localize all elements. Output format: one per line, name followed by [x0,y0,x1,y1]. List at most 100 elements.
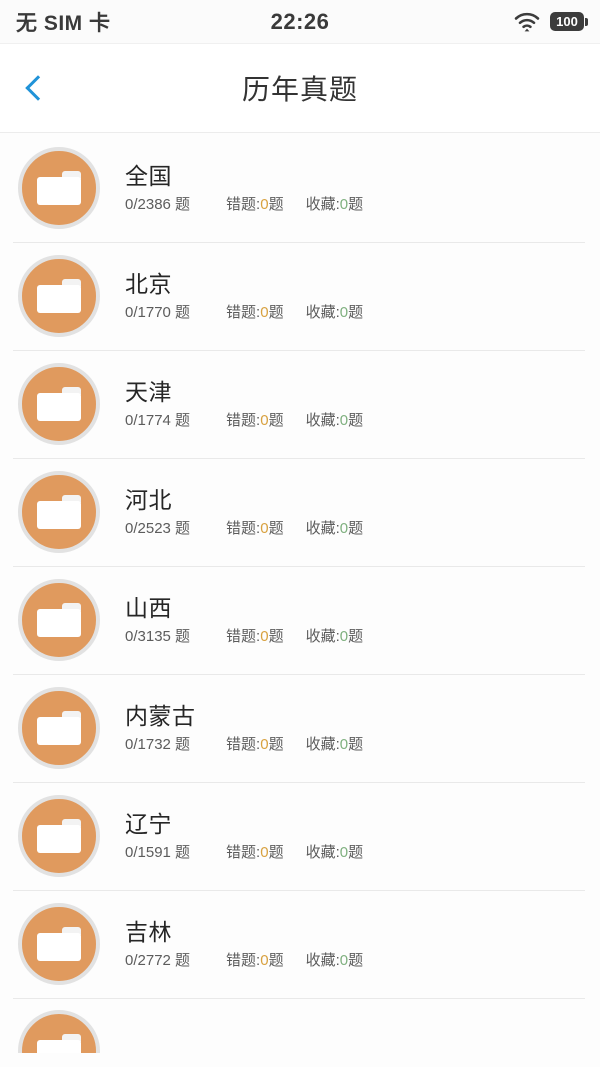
favorite-count-stat: 收藏:0题 [306,521,364,536]
carrier-label: 无 SIM 卡 [16,11,111,35]
favorite-unit: 题 [348,735,364,753]
list-item[interactable]: 内蒙古 0/1732 题 错题:0题 收藏:0题 [0,674,600,782]
folder-icon [18,903,100,985]
favorite-count-stat: 收藏:0题 [306,197,364,212]
app-root: 无 SIM 卡 22:26 100 历年真题 全国 0/2386 题 错题:0题… [0,0,600,1067]
region-name: 吉林 [125,918,172,945]
favorite-count-value: 0 [339,303,349,321]
folder-icon [18,255,100,337]
folder-icon [18,1010,100,1053]
progress-count: 0/2386 题 [125,195,191,213]
wrong-label: 错题: [226,303,261,321]
region-name: 河北 [125,486,172,513]
region-stats: 0/2772 题 错题:0题 收藏:0题 [125,953,363,968]
folder-icon [18,471,100,553]
region-stats: 0/3135 题 错题:0题 收藏:0题 [125,629,363,644]
region-stats: 0/2386 题 错题:0题 收藏:0题 [125,197,363,212]
wrong-count-value: 0 [260,951,269,969]
region-name: 山西 [125,594,172,621]
favorite-label: 收藏: [305,519,340,537]
list-item[interactable]: 北京 0/1770 题 错题:0题 收藏:0题 [0,242,600,350]
region-name: 北京 [125,270,172,297]
region-name: 全国 [125,162,172,189]
favorite-unit: 题 [348,843,364,861]
region-name: 内蒙古 [125,702,196,729]
list-item-text: 山西 0/3135 题 错题:0题 收藏:0题 [125,594,363,644]
list-item[interactable]: 全国 0/2386 题 错题:0题 收藏:0题 [0,134,600,242]
favorite-unit: 题 [348,951,364,969]
list-item[interactable]: 河北 0/2523 题 错题:0题 收藏:0题 [0,458,600,566]
wrong-label: 错题: [226,951,261,969]
wrong-label: 错题: [226,195,261,213]
status-indicators: 100 [514,12,584,32]
folder-icon [18,795,100,877]
favorite-label: 收藏: [305,303,340,321]
favorite-count-value: 0 [339,627,349,645]
wrong-unit: 题 [268,735,284,753]
list-item-text: 辽宁 0/1591 题 错题:0题 收藏:0题 [125,812,363,860]
region-stats: 0/1732 题 错题:0题 收藏:0题 [125,737,363,752]
list-item[interactable]: 辽宁 0/1591 题 错题:0题 收藏:0题 [0,782,600,890]
list-item-text: 吉林 0/2772 题 错题:0题 收藏:0题 [125,918,363,968]
folder-icon [18,363,100,445]
favorite-label: 收藏: [305,951,340,969]
favorite-label: 收藏: [305,735,340,753]
progress-count: 0/1774 题 [125,411,191,429]
folder-icon [18,147,100,229]
favorite-count-value: 0 [339,411,349,429]
region-stats: 0/1770 题 错题:0题 收藏:0题 [125,305,363,320]
wrong-count-value: 0 [260,843,269,861]
list-item[interactable]: 天津 0/1774 题 错题:0题 收藏:0题 [0,350,600,458]
progress-count: 0/1732 题 [125,735,191,753]
favorite-unit: 题 [348,627,364,645]
wrong-count-stat: 错题:0题 [226,521,284,536]
favorite-unit: 题 [348,303,364,321]
wrong-count-stat: 错题:0题 [226,953,284,968]
favorite-unit: 题 [348,411,364,429]
wrong-count-stat: 错题:0题 [226,305,284,320]
favorite-count-stat: 收藏:0题 [306,413,364,428]
progress-count: 0/3135 题 [125,627,191,645]
page-title: 历年真题 [241,74,358,105]
wrong-unit: 题 [268,951,284,969]
list-item[interactable]: 吉林 0/2772 题 错题:0题 收藏:0题 [0,890,600,998]
wrong-unit: 题 [268,195,284,213]
wrong-unit: 题 [268,411,284,429]
wrong-label: 错题: [226,735,261,753]
favorite-count-stat: 收藏:0题 [306,845,364,860]
list-item-text: 天津 0/1774 题 错题:0题 收藏:0题 [125,380,364,429]
favorite-label: 收藏: [305,411,340,429]
favorite-unit: 题 [348,519,364,537]
wrong-count-stat: 错题:0题 [226,737,284,752]
battery-indicator: 100 [550,12,584,31]
list-item-text: 河北 0/2523 题 错题:0题 收藏:0题 [125,486,363,536]
wrong-label: 错题: [226,843,261,861]
list-item[interactable] [0,998,600,1053]
exam-region-list[interactable]: 全国 0/2386 题 错题:0题 收藏:0题 北京 0/1770 题 错题:0… [0,134,600,1067]
favorite-count-value: 0 [339,843,349,861]
region-stats: 0/1591 题 错题:0题 收藏:0题 [125,845,363,860]
progress-count: 0/2523 题 [125,519,191,537]
wrong-unit: 题 [268,627,284,645]
list-item[interactable]: 山西 0/3135 题 错题:0题 收藏:0题 [0,566,600,674]
favorite-count-stat: 收藏:0题 [306,629,364,644]
navigation-bar: 历年真题 [0,44,600,133]
progress-count: 0/2772 题 [125,951,191,969]
wrong-count-value: 0 [260,735,269,753]
folder-icon [18,579,100,661]
wrong-unit: 题 [268,519,284,537]
wrong-count-stat: 错题:0题 [226,629,284,644]
back-button[interactable] [0,44,70,133]
list-item-text: 全国 0/2386 题 错题:0题 收藏:0题 [125,162,363,212]
region-stats: 0/2523 题 错题:0题 收藏:0题 [125,521,363,536]
favorite-label: 收藏: [305,195,340,213]
wrong-label: 错题: [226,627,261,645]
favorite-label: 收藏: [305,843,340,861]
list-item-text: 北京 0/1770 题 错题:0题 收藏:0题 [125,270,363,320]
wrong-count-stat: 错题:0题 [226,845,284,860]
wrong-label: 错题: [226,519,261,537]
favorite-count-value: 0 [339,951,349,969]
folder-icon [18,687,100,769]
list-item-text: 内蒙古 0/1732 题 错题:0题 收藏:0题 [125,702,363,752]
favorite-count-stat: 收藏:0题 [306,305,364,320]
